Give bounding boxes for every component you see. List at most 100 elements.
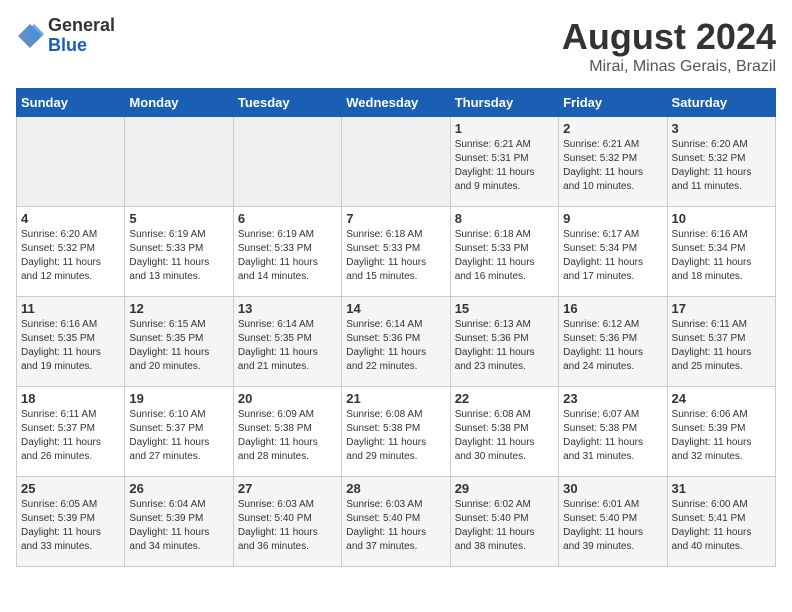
- day-number: 2: [563, 121, 662, 136]
- calendar-cell: 7 Sunrise: 6:18 AM Sunset: 5:33 PM Daylig…: [342, 207, 450, 297]
- calendar-cell: 14 Sunrise: 6:14 AM Sunset: 5:36 PM Dayli…: [342, 297, 450, 387]
- day-info: Sunrise: 6:13 AM Sunset: 5:36 PM Dayligh…: [455, 318, 554, 374]
- day-number: 5: [129, 211, 228, 226]
- logo-icon: [16, 22, 44, 50]
- calendar-cell: 26 Sunrise: 6:04 AM Sunset: 5:39 PM Dayli…: [125, 477, 233, 567]
- calendar-cell: [17, 117, 125, 207]
- day-number: 24: [672, 391, 771, 406]
- day-info: Sunrise: 6:20 AM Sunset: 5:32 PM Dayligh…: [672, 138, 771, 194]
- day-number: 23: [563, 391, 662, 406]
- day-number: 14: [346, 301, 445, 316]
- weekday-header-sunday: Sunday: [17, 89, 125, 117]
- calendar-cell: 6 Sunrise: 6:19 AM Sunset: 5:33 PM Daylig…: [233, 207, 341, 297]
- calendar-cell: 10 Sunrise: 6:16 AM Sunset: 5:34 PM Dayli…: [667, 207, 775, 297]
- day-number: 26: [129, 481, 228, 496]
- calendar-cell: 9Sunrise: 6:17 AM Sunset: 5:34 PM Daylig…: [559, 207, 667, 297]
- calendar-cell: 25 Sunrise: 6:05 AM Sunset: 5:39 PM Dayli…: [17, 477, 125, 567]
- calendar-cell: 15 Sunrise: 6:13 AM Sunset: 5:36 PM Dayli…: [450, 297, 558, 387]
- calendar-week-5: 25 Sunrise: 6:05 AM Sunset: 5:39 PM Dayli…: [17, 477, 776, 567]
- day-info: Sunrise: 6:03 AM Sunset: 5:40 PM Dayligh…: [238, 498, 337, 554]
- day-info: Sunrise: 6:10 AM Sunset: 5:37 PM Dayligh…: [129, 408, 228, 464]
- day-number: 16: [563, 301, 662, 316]
- day-number: 22: [455, 391, 554, 406]
- day-number: 19: [129, 391, 228, 406]
- day-info: Sunrise: 6:09 AM Sunset: 5:38 PM Dayligh…: [238, 408, 337, 464]
- day-info: Sunrise: 6:07 AM Sunset: 5:38 PM Dayligh…: [563, 408, 662, 464]
- calendar-body: 1 Sunrise: 6:21 AM Sunset: 5:31 PM Daylig…: [17, 117, 776, 567]
- page-header: General Blue August 2024 Mirai, Minas Ge…: [16, 16, 776, 76]
- day-info: Sunrise: 6:16 AM Sunset: 5:34 PM Dayligh…: [672, 228, 771, 284]
- calendar-cell: 4Sunrise: 6:20 AM Sunset: 5:32 PM Daylig…: [17, 207, 125, 297]
- day-info: Sunrise: 6:06 AM Sunset: 5:39 PM Dayligh…: [672, 408, 771, 464]
- calendar-week-1: 1 Sunrise: 6:21 AM Sunset: 5:31 PM Daylig…: [17, 117, 776, 207]
- day-info: Sunrise: 6:17 AM Sunset: 5:34 PM Dayligh…: [563, 228, 662, 284]
- calendar-week-4: 18Sunrise: 6:11 AM Sunset: 5:37 PM Dayli…: [17, 387, 776, 477]
- day-info: Sunrise: 6:03 AM Sunset: 5:40 PM Dayligh…: [346, 498, 445, 554]
- calendar-cell: 20 Sunrise: 6:09 AM Sunset: 5:38 PM Dayli…: [233, 387, 341, 477]
- calendar-cell: 17Sunrise: 6:11 AM Sunset: 5:37 PM Dayli…: [667, 297, 775, 387]
- day-number: 20: [238, 391, 337, 406]
- calendar-header: SundayMondayTuesdayWednesdayThursdayFrid…: [17, 89, 776, 117]
- day-info: Sunrise: 6:18 AM Sunset: 5:33 PM Dayligh…: [346, 228, 445, 284]
- calendar-cell: [233, 117, 341, 207]
- weekday-header-tuesday: Tuesday: [233, 89, 341, 117]
- day-number: 25: [21, 481, 120, 496]
- calendar-cell: 12 Sunrise: 6:15 AM Sunset: 5:35 PM Dayli…: [125, 297, 233, 387]
- day-info: Sunrise: 6:14 AM Sunset: 5:36 PM Dayligh…: [346, 318, 445, 374]
- day-info: Sunrise: 6:15 AM Sunset: 5:35 PM Dayligh…: [129, 318, 228, 374]
- calendar-cell: 16 Sunrise: 6:12 AM Sunset: 5:36 PM Dayli…: [559, 297, 667, 387]
- day-number: 28: [346, 481, 445, 496]
- logo-general: General: [48, 16, 115, 36]
- day-info: Sunrise: 6:16 AM Sunset: 5:35 PM Dayligh…: [21, 318, 120, 374]
- logo: General Blue: [16, 16, 115, 56]
- day-info: Sunrise: 6:01 AM Sunset: 5:40 PM Dayligh…: [563, 498, 662, 554]
- day-number: 8: [455, 211, 554, 226]
- day-number: 18: [21, 391, 120, 406]
- calendar-cell: 8 Sunrise: 6:18 AM Sunset: 5:33 PM Daylig…: [450, 207, 558, 297]
- calendar-cell: [125, 117, 233, 207]
- weekday-header-friday: Friday: [559, 89, 667, 117]
- day-info: Sunrise: 6:19 AM Sunset: 5:33 PM Dayligh…: [129, 228, 228, 284]
- calendar-cell: 23 Sunrise: 6:07 AM Sunset: 5:38 PM Dayli…: [559, 387, 667, 477]
- day-info: Sunrise: 6:08 AM Sunset: 5:38 PM Dayligh…: [455, 408, 554, 464]
- calendar-week-3: 11 Sunrise: 6:16 AM Sunset: 5:35 PM Dayli…: [17, 297, 776, 387]
- calendar-cell: 30Sunrise: 6:01 AM Sunset: 5:40 PM Dayli…: [559, 477, 667, 567]
- day-number: 29: [455, 481, 554, 496]
- day-info: Sunrise: 6:05 AM Sunset: 5:39 PM Dayligh…: [21, 498, 120, 554]
- day-number: 12: [129, 301, 228, 316]
- day-number: 1: [455, 121, 554, 136]
- title-block: August 2024 Mirai, Minas Gerais, Brazil: [562, 16, 776, 76]
- day-number: 3: [672, 121, 771, 136]
- day-number: 15: [455, 301, 554, 316]
- calendar-cell: 24 Sunrise: 6:06 AM Sunset: 5:39 PM Dayli…: [667, 387, 775, 477]
- day-number: 31: [672, 481, 771, 496]
- calendar-cell: 21Sunrise: 6:08 AM Sunset: 5:38 PM Dayli…: [342, 387, 450, 477]
- day-number: 21: [346, 391, 445, 406]
- calendar-week-2: 4Sunrise: 6:20 AM Sunset: 5:32 PM Daylig…: [17, 207, 776, 297]
- logo-text: General Blue: [48, 16, 115, 56]
- day-number: 11: [21, 301, 120, 316]
- calendar-table: SundayMondayTuesdayWednesdayThursdayFrid…: [16, 88, 776, 567]
- weekday-header-row: SundayMondayTuesdayWednesdayThursdayFrid…: [17, 89, 776, 117]
- calendar-cell: 5 Sunrise: 6:19 AM Sunset: 5:33 PM Daylig…: [125, 207, 233, 297]
- day-info: Sunrise: 6:20 AM Sunset: 5:32 PM Dayligh…: [21, 228, 120, 284]
- day-info: Sunrise: 6:19 AM Sunset: 5:33 PM Dayligh…: [238, 228, 337, 284]
- calendar-cell: 28 Sunrise: 6:03 AM Sunset: 5:40 PM Dayli…: [342, 477, 450, 567]
- calendar-cell: 18Sunrise: 6:11 AM Sunset: 5:37 PM Dayli…: [17, 387, 125, 477]
- calendar-cell: 3 Sunrise: 6:20 AM Sunset: 5:32 PM Daylig…: [667, 117, 775, 207]
- calendar-cell: 29Sunrise: 6:02 AM Sunset: 5:40 PM Dayli…: [450, 477, 558, 567]
- day-number: 10: [672, 211, 771, 226]
- day-number: 13: [238, 301, 337, 316]
- day-info: Sunrise: 6:12 AM Sunset: 5:36 PM Dayligh…: [563, 318, 662, 374]
- calendar-cell: [342, 117, 450, 207]
- calendar-cell: 22 Sunrise: 6:08 AM Sunset: 5:38 PM Dayli…: [450, 387, 558, 477]
- calendar-cell: 11 Sunrise: 6:16 AM Sunset: 5:35 PM Dayli…: [17, 297, 125, 387]
- day-info: Sunrise: 6:21 AM Sunset: 5:32 PM Dayligh…: [563, 138, 662, 194]
- day-number: 6: [238, 211, 337, 226]
- weekday-header-saturday: Saturday: [667, 89, 775, 117]
- day-info: Sunrise: 6:11 AM Sunset: 5:37 PM Dayligh…: [672, 318, 771, 374]
- day-info: Sunrise: 6:21 AM Sunset: 5:31 PM Dayligh…: [455, 138, 554, 194]
- day-info: Sunrise: 6:18 AM Sunset: 5:33 PM Dayligh…: [455, 228, 554, 284]
- day-number: 7: [346, 211, 445, 226]
- day-info: Sunrise: 6:04 AM Sunset: 5:39 PM Dayligh…: [129, 498, 228, 554]
